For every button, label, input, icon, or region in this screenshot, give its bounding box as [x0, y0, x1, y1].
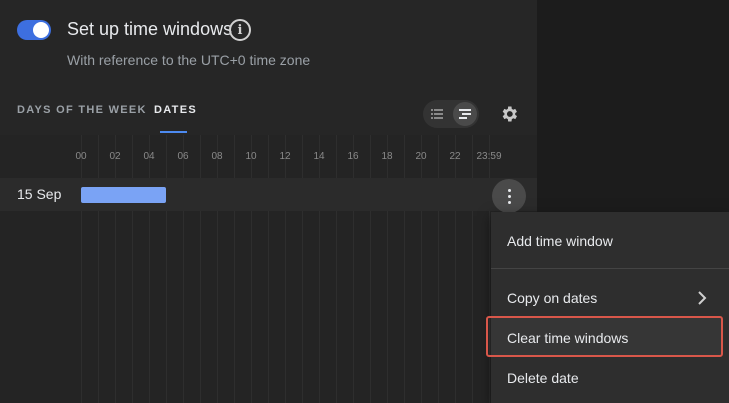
- hour-label: 02: [109, 151, 121, 162]
- time-windows-panel: Set up time windows i With reference to …: [0, 0, 537, 403]
- timezone-subtitle: With reference to the UTC+0 time zone: [67, 52, 311, 68]
- date-row[interactable]: 15 Sep: [0, 178, 537, 211]
- hour-label: 16: [347, 151, 359, 162]
- more-options-button[interactable]: [492, 179, 526, 213]
- tab-dates[interactable]: DATES: [154, 104, 197, 116]
- hour-label: 10: [245, 151, 257, 162]
- highlight-box: [486, 316, 723, 357]
- hour-label: 04: [143, 151, 155, 162]
- gear-icon[interactable]: [499, 104, 519, 124]
- timeline-grid: [0, 135, 537, 403]
- menu-item-copy-on-dates[interactable]: Copy on dates: [491, 277, 729, 317]
- time-windows-toggle[interactable]: [17, 20, 51, 40]
- info-icon[interactable]: i: [229, 19, 251, 41]
- view-switch: [423, 100, 479, 128]
- hour-axis: 00 02 04 06 08 10 12 14 16 18 20 22 23:5…: [0, 151, 537, 165]
- date-label: 15 Sep: [17, 186, 62, 202]
- menu-item-label: Copy on dates: [507, 290, 598, 306]
- panel-header: Set up time windows i With reference to …: [0, 0, 537, 135]
- active-tab-indicator: [160, 131, 187, 133]
- hour-label: 00: [75, 151, 87, 162]
- timeline-view-button[interactable]: [453, 102, 477, 126]
- page-title: Set up time windows: [67, 19, 233, 39]
- date-options-menu: Add time window Copy on dates Clear time…: [491, 212, 729, 403]
- time-window-bar[interactable]: [81, 187, 166, 203]
- tab-days-of-the-week[interactable]: DAYS OF THE WEEK: [17, 104, 147, 116]
- menu-item-label: Add time window: [507, 233, 613, 249]
- hour-label: 23:59: [476, 151, 502, 162]
- hour-label: 08: [211, 151, 223, 162]
- hour-label: 22: [449, 151, 461, 162]
- menu-item-add-time-window[interactable]: Add time window: [491, 220, 729, 260]
- toggle-knob: [33, 22, 49, 38]
- chevron-right-icon: [698, 291, 707, 305]
- timeline-view-icon: [459, 109, 471, 119]
- menu-divider: [491, 268, 729, 269]
- hour-label: 12: [279, 151, 291, 162]
- menu-item-label: Delete date: [507, 370, 579, 386]
- menu-item-delete-date[interactable]: Delete date: [491, 357, 729, 397]
- hour-label: 06: [177, 151, 189, 162]
- hour-label: 20: [415, 151, 427, 162]
- hour-label: 18: [381, 151, 393, 162]
- more-vert-icon: [507, 188, 511, 192]
- list-view-icon[interactable]: [431, 109, 443, 119]
- hour-label: 14: [313, 151, 325, 162]
